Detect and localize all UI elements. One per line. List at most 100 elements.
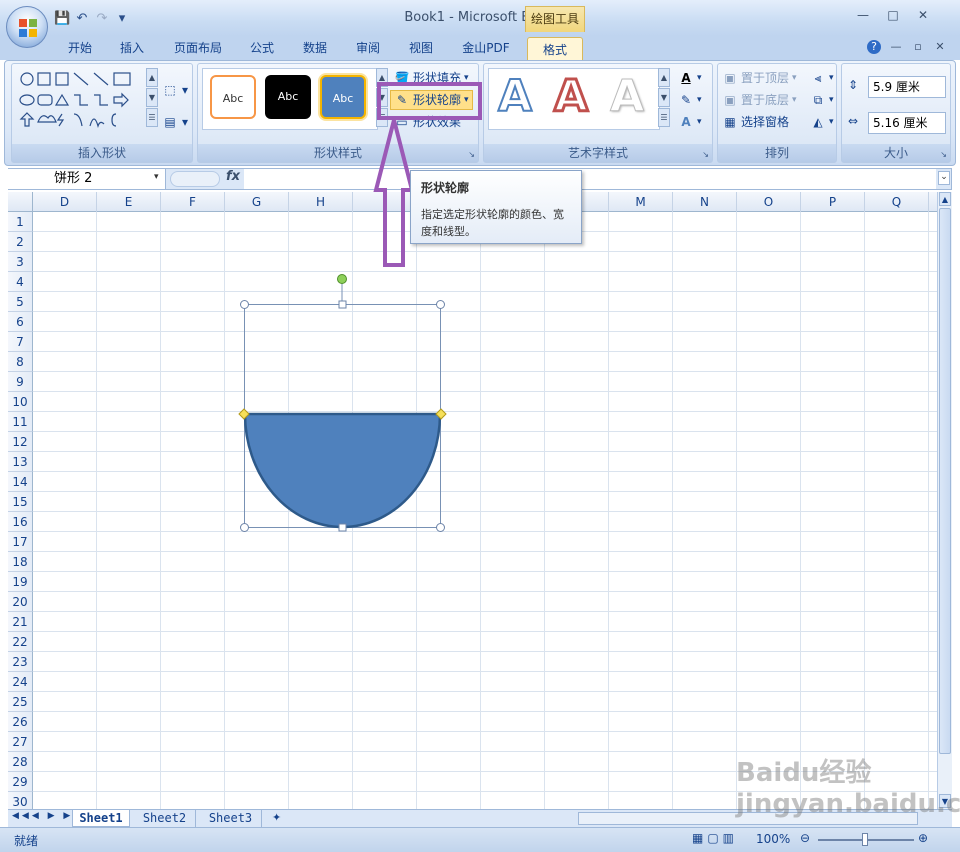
row-header[interactable]: 27 — [8, 732, 33, 752]
selected-pie-shape[interactable] — [236, 270, 448, 532]
row-header[interactable]: 16 — [8, 512, 33, 532]
row-header[interactable]: 15 — [8, 492, 33, 512]
text-box-button[interactable]: ▤ ▾ — [162, 112, 189, 132]
tab-view[interactable]: 视图 — [401, 36, 441, 60]
shape-style-blue-selected[interactable]: Abc — [320, 75, 366, 119]
column-header[interactable]: G — [225, 192, 289, 212]
tab-formulas[interactable]: 公式 — [242, 36, 282, 60]
doc-close-icon[interactable]: ✕ — [933, 40, 947, 54]
worksheet-grid[interactable]: DEFGHIJKLMNOPQ 1234567891011121314151617… — [8, 192, 937, 809]
doc-restore-icon[interactable]: ▫ — [911, 40, 925, 54]
insert-function-icon[interactable]: fx — [226, 169, 240, 184]
column-header[interactable]: O — [737, 192, 801, 212]
office-button[interactable] — [6, 6, 48, 48]
column-header[interactable]: E — [97, 192, 161, 212]
wordart-style-blue-outline[interactable]: A — [497, 71, 533, 123]
dialog-launcher-icon[interactable]: ↘ — [940, 150, 947, 159]
row-header[interactable]: 3 — [8, 252, 33, 272]
row-header[interactable]: 30 — [8, 792, 33, 809]
column-header[interactable]: F — [161, 192, 225, 212]
column-header[interactable]: H — [289, 192, 353, 212]
zoom-in-icon[interactable]: ⊕ — [918, 831, 928, 845]
bring-to-front-button[interactable]: ▣ 置于顶层 ▾ — [722, 68, 796, 88]
row-header[interactable]: 24 — [8, 672, 33, 692]
help-icon[interactable]: ? — [867, 40, 881, 54]
edit-shape-button[interactable]: ⬚ ▾ — [162, 80, 189, 100]
shapes-gallery-icon[interactable] — [18, 70, 146, 130]
vertical-scrollbar[interactable]: ▲ ▼ — [937, 192, 952, 809]
wordart-scroll-down-icon[interactable]: ▼ — [658, 88, 670, 107]
tab-jinshan-pdf[interactable]: 金山PDF — [455, 36, 517, 60]
minimize-button[interactable]: — — [856, 8, 870, 22]
wordart-scroll-up-icon[interactable]: ▲ — [658, 68, 670, 87]
text-outline-button[interactable]: ✎ ▾ — [678, 90, 702, 110]
dialog-launcher-icon[interactable]: ↘ — [702, 150, 709, 159]
row-header[interactable]: 11 — [8, 412, 33, 432]
shapes-more-icon[interactable]: ☰ — [146, 108, 158, 127]
column-header[interactable]: D — [33, 192, 97, 212]
tab-insert[interactable]: 插入 — [112, 36, 152, 60]
column-header[interactable]: N — [673, 192, 737, 212]
row-header[interactable]: 2 — [8, 232, 33, 252]
row-header[interactable]: 25 — [8, 692, 33, 712]
insert-sheet-icon[interactable]: ✦ — [272, 811, 281, 824]
formula-expand-control[interactable] — [170, 171, 220, 187]
shape-width-input[interactable]: 5.16 厘米 — [868, 112, 946, 134]
tab-format[interactable]: 格式 — [527, 37, 583, 61]
rotation-handle[interactable] — [337, 274, 347, 284]
resize-handle[interactable] — [338, 523, 347, 532]
shapes-scroll-up-icon[interactable]: ▲ — [146, 68, 158, 87]
row-header[interactable]: 29 — [8, 772, 33, 792]
resize-handle[interactable] — [240, 523, 249, 532]
sheet-tab-sheet3[interactable]: Sheet3 — [200, 810, 262, 827]
sheet-tab-sheet2[interactable]: Sheet2 — [134, 810, 196, 827]
resize-handle[interactable] — [436, 300, 445, 309]
tab-review[interactable]: 审阅 — [348, 36, 388, 60]
formula-input[interactable] — [244, 169, 936, 189]
name-box[interactable]: 饼形 2 — [8, 169, 166, 189]
scrollbar-thumb[interactable] — [939, 208, 951, 754]
name-box-dropdown-icon[interactable]: ▾ — [154, 172, 159, 182]
row-header[interactable]: 5 — [8, 292, 33, 312]
group-objects-button[interactable]: ⧉ ▾ — [810, 90, 834, 110]
sheet-tab-sheet1[interactable]: Sheet1 — [72, 810, 130, 827]
tab-home[interactable]: 开始 — [60, 36, 100, 60]
row-header[interactable]: 8 — [8, 352, 33, 372]
view-buttons-icon[interactable]: ▦▢▥ — [692, 831, 738, 845]
row-header[interactable]: 6 — [8, 312, 33, 332]
row-header[interactable]: 19 — [8, 572, 33, 592]
formula-expand-icon[interactable]: ⌄ — [938, 171, 950, 185]
resize-handle[interactable] — [436, 523, 445, 532]
row-header[interactable]: 1 — [8, 212, 33, 232]
row-header[interactable]: 22 — [8, 632, 33, 652]
row-header[interactable]: 4 — [8, 272, 33, 292]
rotate-button[interactable]: ◭ ▾ — [810, 112, 833, 132]
row-header[interactable]: 14 — [8, 472, 33, 492]
row-header[interactable]: 13 — [8, 452, 33, 472]
shape-style-orange-outline[interactable]: Abc — [210, 75, 256, 119]
wordart-style-red[interactable]: A — [552, 70, 589, 123]
pie-shape-fill[interactable] — [243, 412, 442, 529]
wordart-style-white[interactable]: A — [609, 71, 644, 122]
select-all-corner[interactable] — [8, 192, 33, 212]
row-header[interactable]: 17 — [8, 532, 33, 552]
tab-page-layout[interactable]: 页面布局 — [168, 36, 228, 60]
row-header[interactable]: 20 — [8, 592, 33, 612]
maximize-button[interactable]: □ — [886, 8, 900, 22]
resize-handle[interactable] — [338, 300, 347, 309]
row-header[interactable]: 18 — [8, 552, 33, 572]
row-header[interactable]: 23 — [8, 652, 33, 672]
row-header[interactable]: 26 — [8, 712, 33, 732]
close-button[interactable]: ✕ — [916, 8, 930, 22]
column-header[interactable]: M — [609, 192, 673, 212]
row-header[interactable]: 12 — [8, 432, 33, 452]
row-header[interactable]: 7 — [8, 332, 33, 352]
row-header[interactable]: 28 — [8, 752, 33, 772]
text-fill-button[interactable]: A ▾ — [678, 68, 701, 88]
align-button[interactable]: ⫷ ▾ — [810, 68, 834, 88]
shape-height-input[interactable]: 5.9 厘米 — [868, 76, 946, 98]
text-effects-button[interactable]: A ▾ — [678, 112, 701, 132]
selection-pane-button[interactable]: ▦ 选择窗格 — [722, 112, 789, 132]
column-header[interactable]: Q — [865, 192, 929, 212]
row-header[interactable]: 9 — [8, 372, 33, 392]
